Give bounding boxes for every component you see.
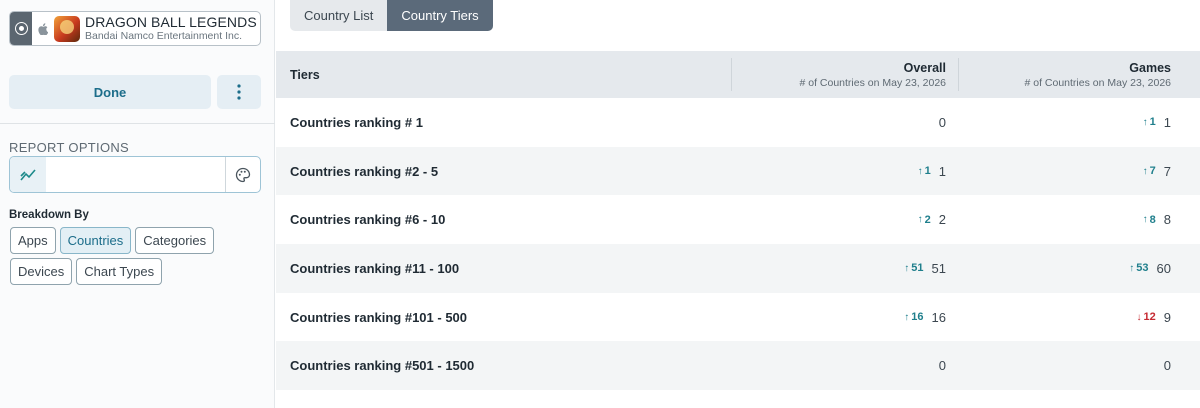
- app-icon: [54, 15, 80, 42]
- table-header: Tiers Overall # of Countries on May 23, …: [276, 51, 1200, 98]
- arrow-up-icon: ↑: [917, 165, 923, 177]
- store-toggle[interactable]: [10, 12, 32, 45]
- tiers-table: Tiers Overall # of Countries on May 23, …: [276, 51, 1200, 391]
- games-change-up: ↑ 53: [1129, 262, 1148, 274]
- table-row[interactable]: Countries ranking #101 - 500 ↑ 16 16 ↓ 12 9: [276, 293, 1200, 342]
- games-value: 1: [1163, 114, 1171, 130]
- games-cell: ↑ 53 60: [958, 261, 1200, 276]
- overall-change-up: ↑ 16: [904, 311, 923, 323]
- games-cell: ↑ 1 1: [958, 115, 1200, 130]
- games-change-value: 12: [1143, 311, 1156, 324]
- overall-cell: 0: [731, 115, 958, 130]
- breakdown-options: Apps Countries Categories Devices Chart …: [10, 227, 265, 285]
- tier-label: Countries ranking #101 - 500: [290, 309, 468, 325]
- divider: [0, 123, 275, 124]
- games-cell: ↑ 8 8: [958, 212, 1200, 227]
- games-cell: ↓ 12 9: [958, 310, 1200, 325]
- table-row[interactable]: Countries ranking #2 - 5 ↑ 1 1 ↑ 7 7: [276, 146, 1200, 196]
- games-change-value: 53: [1136, 262, 1149, 275]
- arrow-up-icon: ↑: [904, 311, 910, 323]
- sidebar: DRAGON BALL LEGENDS Bandai Namco Enterta…: [0, 0, 275, 408]
- arrow-down-icon: ↓: [1136, 311, 1142, 323]
- games-cell: 0: [958, 358, 1200, 373]
- breakdown-categories[interactable]: Categories: [135, 227, 215, 254]
- table-body: Countries ranking # 1 0 ↑ 1 1 Countries ranki…: [276, 98, 1200, 391]
- app-selector[interactable]: DRAGON BALL LEGENDS Bandai Namco Enterta…: [9, 11, 261, 46]
- overall-change-up: ↑ 2: [918, 214, 931, 226]
- overall-change-value: 1: [924, 165, 931, 178]
- overall-value: 51: [931, 260, 946, 276]
- breakdown-title: Breakdown By: [9, 209, 89, 221]
- overall-change-value: 51: [911, 262, 924, 275]
- app-publisher: Bandai Namco Entertainment Inc.: [85, 30, 242, 43]
- games-change-value: 7: [1149, 165, 1156, 178]
- palette-icon[interactable]: [225, 157, 260, 192]
- games-value: 0: [1163, 358, 1171, 374]
- done-button[interactable]: Done: [9, 75, 211, 109]
- games-change-value: 1: [1149, 116, 1156, 129]
- arrow-up-icon: ↑: [1142, 214, 1148, 226]
- app-name: DRAGON BALL LEGENDS: [85, 14, 257, 31]
- header-games-title: Games: [1129, 60, 1171, 75]
- tab-country-list[interactable]: Country List: [290, 0, 388, 31]
- arrow-up-icon: ↑: [1142, 165, 1148, 177]
- apple-icon: [32, 22, 54, 35]
- games-change-up: ↑ 8: [1143, 214, 1156, 226]
- header-tiers[interactable]: Tiers: [276, 51, 731, 98]
- overall-value: 2: [938, 212, 946, 228]
- games-change-up: ↑ 7: [1143, 165, 1156, 177]
- overall-change-value: 16: [911, 311, 924, 324]
- games-change-up: ↑ 1: [1143, 116, 1156, 128]
- games-cell: ↑ 7 7: [958, 164, 1200, 179]
- arrow-up-icon: ↑: [1129, 262, 1135, 274]
- games-value: 8: [1163, 212, 1171, 228]
- games-value: 9: [1163, 309, 1171, 325]
- tier-label: Countries ranking #11 - 100: [290, 260, 460, 276]
- table-row[interactable]: Countries ranking # 1 0 ↑ 1 1: [276, 98, 1200, 147]
- overall-cell: ↑ 16 16: [731, 310, 958, 325]
- breakdown-countries[interactable]: Countries: [59, 227, 132, 254]
- more-options-button[interactable]: [217, 75, 261, 109]
- overall-change-up: ↑ 1: [918, 165, 931, 177]
- breakdown-chart-types[interactable]: Chart Types: [76, 258, 163, 285]
- games-value: 7: [1163, 163, 1171, 179]
- overall-value: 0: [938, 358, 946, 374]
- games-change-value: 8: [1149, 213, 1156, 226]
- line-chart-icon: [10, 157, 46, 192]
- table-row[interactable]: Countries ranking #501 - 1500 0 0: [276, 341, 1200, 391]
- chart-type-selector[interactable]: [9, 156, 261, 193]
- table-row[interactable]: Countries ranking #6 - 10 ↑ 2 2 ↑ 8 8: [276, 195, 1200, 244]
- kebab-icon: [237, 84, 241, 100]
- overall-cell: ↑ 2 2: [731, 212, 958, 227]
- tier-label: Countries ranking #6 - 10: [290, 212, 446, 228]
- tier-label: Countries ranking # 1: [290, 114, 423, 130]
- header-overall[interactable]: Overall # of Countries on May 23, 2026: [731, 58, 958, 91]
- header-overall-title: Overall: [903, 60, 946, 75]
- overall-value: 16: [931, 309, 946, 325]
- header-games-sub: # of Countries on May 23, 2026: [1024, 76, 1171, 89]
- arrow-up-icon: ↑: [917, 214, 923, 226]
- overall-value: 1: [938, 163, 946, 179]
- breakdown-devices[interactable]: Devices: [10, 258, 73, 285]
- overall-value: 0: [938, 114, 946, 130]
- view-tabs: Country List Country Tiers: [290, 0, 493, 31]
- games-change-down: ↓ 12: [1137, 311, 1156, 323]
- overall-cell: ↑ 51 51: [731, 261, 958, 276]
- breakdown-apps[interactable]: Apps: [10, 227, 56, 254]
- table-row[interactable]: Countries ranking #11 - 100 ↑ 51 51 ↑ 53 60: [276, 244, 1200, 293]
- header-games[interactable]: Games # of Countries on May 23, 2026: [958, 58, 1200, 91]
- games-value: 60: [1156, 260, 1171, 276]
- header-overall-sub: # of Countries on May 23, 2026: [799, 76, 946, 89]
- arrow-up-icon: ↑: [904, 262, 910, 274]
- tab-country-tiers[interactable]: Country Tiers: [387, 0, 493, 31]
- overall-change-value: 2: [924, 213, 931, 226]
- arrow-up-icon: ↑: [1142, 116, 1148, 128]
- tier-label: Countries ranking #2 - 5: [290, 163, 439, 179]
- overall-change-up: ↑ 51: [904, 262, 923, 274]
- overall-cell: 0: [731, 358, 958, 373]
- tier-label: Countries ranking #501 - 1500: [290, 358, 475, 374]
- overall-cell: ↑ 1 1: [731, 164, 958, 179]
- report-options-title: REPORT OPTIONS: [9, 140, 130, 155]
